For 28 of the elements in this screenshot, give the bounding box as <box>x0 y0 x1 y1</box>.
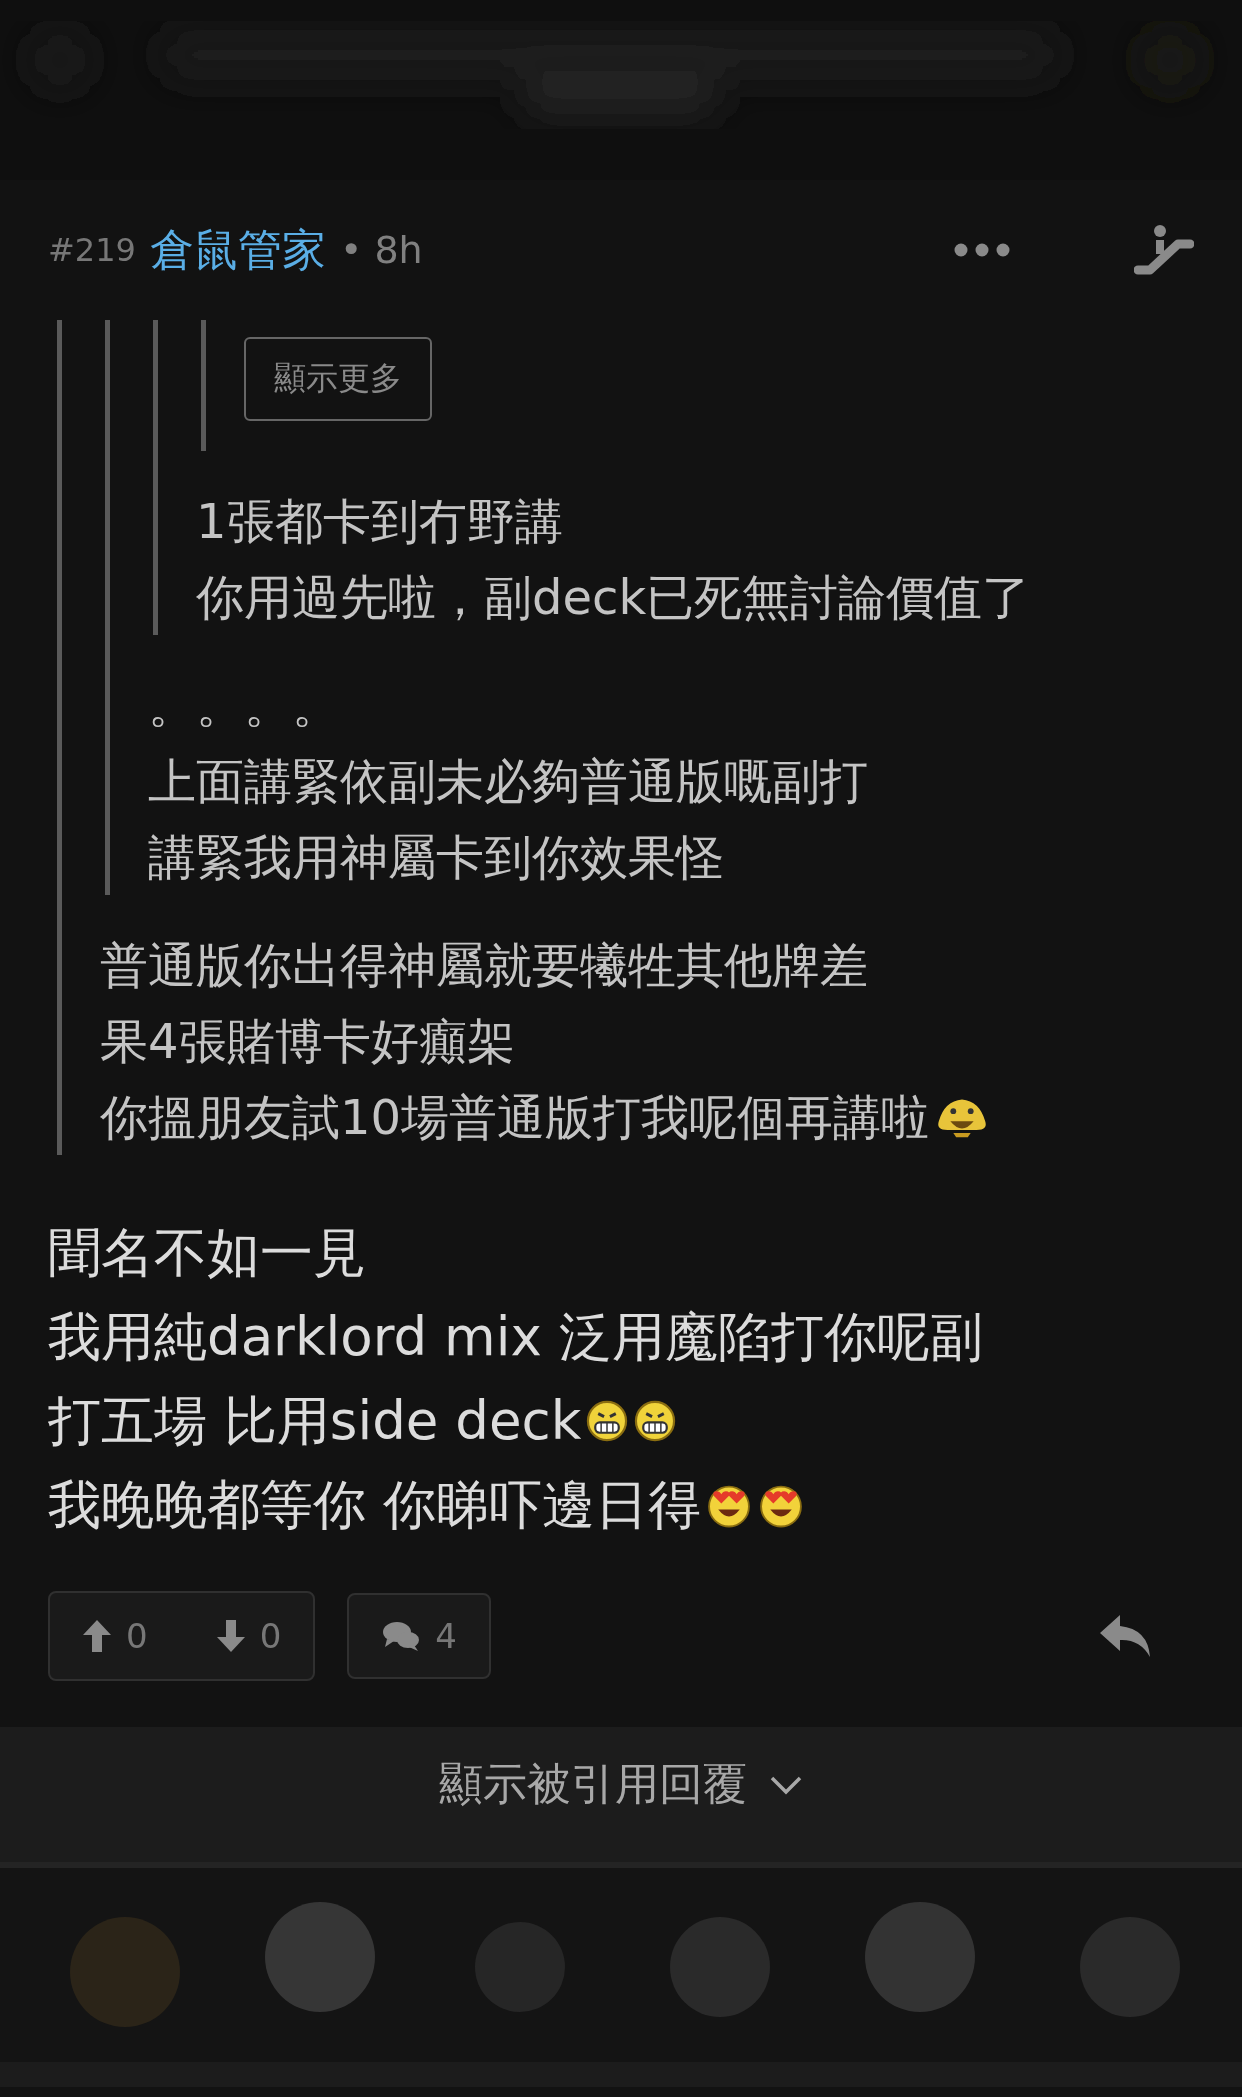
grinning-face-icon <box>633 1399 678 1443</box>
comment-text: 你用過先啦，副deck已死無討論價值了 <box>196 568 1031 627</box>
comment-text: 你搵朋友試10場普通版打我呢個再講啦 <box>100 1088 930 1147</box>
escalator-icon[interactable] <box>1134 224 1194 276</box>
comment-text: 打五場 比用side deck <box>48 1389 582 1453</box>
show-quoted-replies-button[interactable]: 顯示被引用回覆 <box>439 1727 803 1842</box>
chevron-down-icon <box>769 1774 803 1795</box>
show-more-button[interactable]: 顯示更多 <box>244 337 432 421</box>
comment-text: 我用純darklord mix 泛用魔陷打你呢副 <box>48 1305 983 1369</box>
comment-text: 聞名不如一見 <box>48 1221 366 1285</box>
author-name[interactable]: 倉鼠管家 <box>149 220 326 280</box>
comment-text: 果4張賭博卡好癲架 <box>100 1012 515 1071</box>
downvote-icon[interactable] <box>215 1619 246 1653</box>
comment-text: 講緊我用神屬卡到你效果怪 <box>148 828 724 887</box>
comments-button[interactable]: 4 <box>347 1593 491 1679</box>
post-age: • 8h <box>339 228 423 272</box>
speech-bubbles-icon <box>381 1619 422 1653</box>
upvote-count: 0 <box>126 1616 148 1656</box>
comment-text: 我晚晚都等你 你睇吓邊日得 <box>48 1473 701 1537</box>
post-number: #219 <box>48 231 136 269</box>
upvote-icon[interactable] <box>82 1619 112 1653</box>
downvote-count: 0 <box>259 1616 282 1656</box>
grinning-face-icon <box>585 1399 630 1443</box>
comment-text: 普通版你出得神屬就要犧牲其他牌差 <box>100 936 868 995</box>
comment-text: 1張都卡到冇野講 <box>196 492 563 551</box>
comment-text: 。。。。 <box>148 676 340 735</box>
comment-text: 上面講緊依副未必夠普通版嘅副打 <box>148 752 868 811</box>
more-icon[interactable] <box>954 243 1010 257</box>
